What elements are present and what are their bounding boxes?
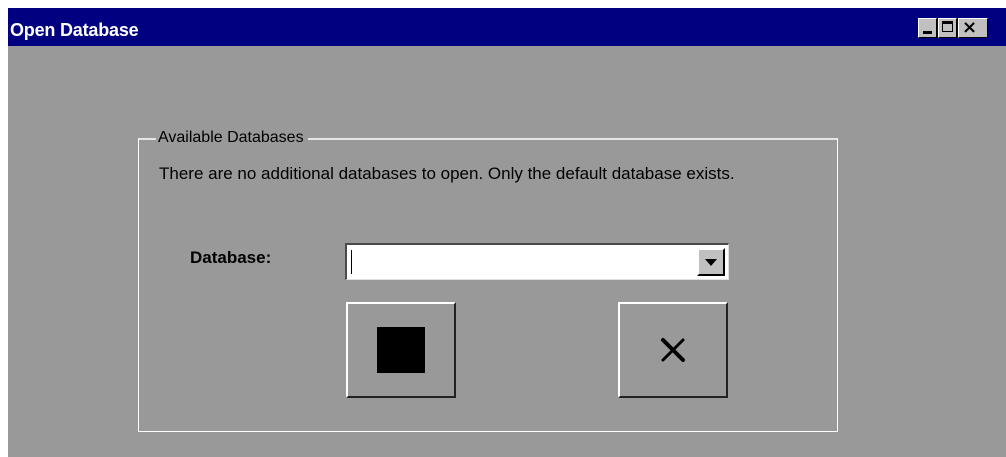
database-dropdown-button[interactable] (697, 248, 725, 276)
text-caret (351, 250, 352, 274)
database-input[interactable] (355, 251, 685, 273)
open-button[interactable] (346, 302, 456, 398)
cancel-button[interactable] (618, 302, 728, 398)
no-databases-message: There are no additional databases to ope… (159, 164, 735, 183)
minimize-button[interactable] (918, 18, 937, 38)
close-button[interactable]: × (958, 18, 988, 38)
maximize-button[interactable] (938, 18, 957, 38)
database-label: Database: (190, 248, 272, 267)
open-database-window: Open Database × Available Databases Ther… (8, 8, 1006, 457)
stop-square-icon (377, 327, 425, 373)
minimize-icon (923, 31, 932, 34)
title-bar[interactable]: Open Database × (8, 8, 1006, 46)
database-combobox[interactable] (345, 243, 729, 280)
maximize-icon (942, 21, 953, 32)
close-x-icon (660, 337, 686, 363)
chevron-down-icon (705, 258, 717, 266)
group-legend: Available Databases (156, 129, 308, 147)
close-icon: × (962, 17, 978, 38)
window-title: Open Database (10, 20, 139, 40)
